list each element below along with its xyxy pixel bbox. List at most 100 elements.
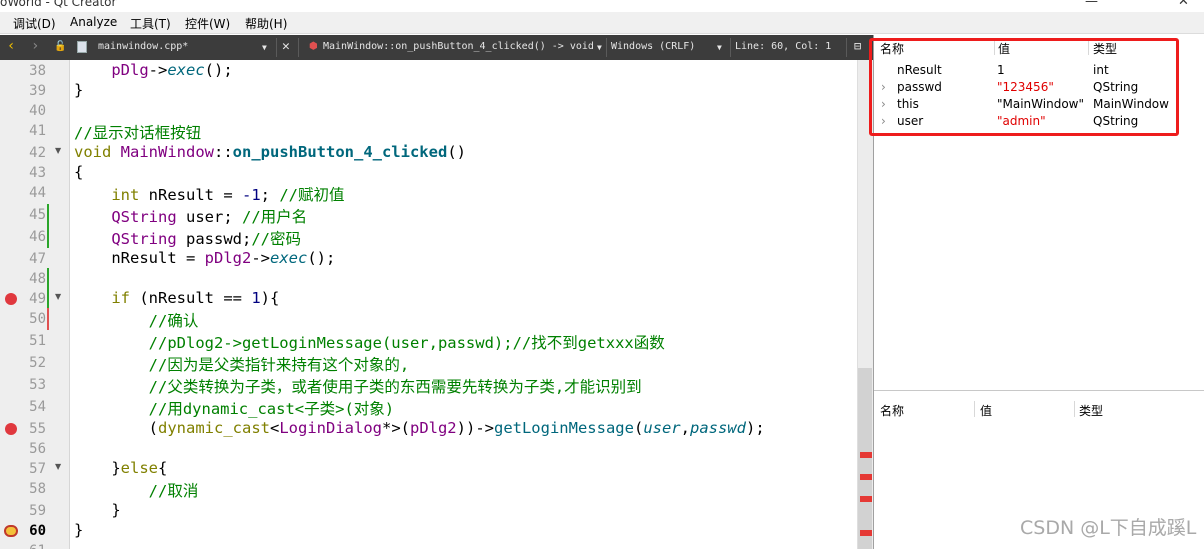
menu-help[interactable]: 帮助(H) — [245, 15, 287, 32]
fold-marker-icon[interactable]: ▼ — [55, 462, 61, 471]
breakpoint-icon[interactable] — [5, 423, 17, 435]
menu-analyze[interactable]: Analyze — [70, 15, 117, 29]
line-number: 54 — [29, 399, 46, 415]
line-number: 61 — [22, 543, 46, 549]
line-ending-selector[interactable]: Windows (CRLF) — [611, 41, 695, 52]
code-line[interactable]: 51 //pDlog2->getLoginMessage(user,passwd… — [0, 330, 860, 352]
function-icon: ⬢ — [309, 41, 318, 52]
line-number: 45 — [29, 207, 46, 223]
code-line[interactable]: 57 ▼ }else{ — [0, 458, 860, 480]
annotation-highlight-box — [869, 38, 1179, 136]
code-text: //确认 — [74, 312, 199, 330]
line-number: 58 — [29, 481, 46, 497]
file-dropdown-icon[interactable]: ▼ — [262, 43, 267, 52]
scrollbar-thumb[interactable] — [858, 368, 872, 549]
code-text: //取消 — [74, 482, 199, 500]
back-arrow-icon[interactable]: ‹ — [7, 38, 15, 54]
split-icon[interactable]: ⊟ — [854, 39, 861, 53]
code-line[interactable]: 44 int nResult = -1; //赋初值 — [0, 182, 860, 204]
line-number: 59 — [29, 503, 46, 519]
function-dropdown-icon[interactable]: ▼ — [597, 43, 602, 52]
minimize-icon[interactable]: — — [1085, 0, 1098, 9]
change-marker — [47, 204, 49, 226]
expressions-type-header[interactable]: 类型 — [1079, 402, 1103, 419]
line-number: 48 — [29, 271, 46, 287]
menu-bar: 调试(D) Analyze 工具(T) 控件(W) 帮助(H) — [0, 12, 1204, 34]
code-text: nResult = pDlg2->exec(); — [74, 249, 336, 267]
code-line[interactable]: 61 — [0, 540, 860, 549]
code-line[interactable]: 38 pDlg->exec(); — [0, 60, 860, 82]
code-text: QString user; //用户名 — [111, 208, 308, 226]
line-number: 42 — [29, 145, 46, 161]
line-number: 51 — [29, 333, 46, 349]
fold-marker-icon[interactable]: ▼ — [55, 292, 61, 301]
code-line[interactable]: 47 nResult = pDlg2->exec(); — [0, 248, 860, 270]
change-marker — [47, 288, 49, 310]
code-line-current[interactable]: 60 } — [0, 520, 860, 542]
line-number: 41 — [29, 123, 46, 139]
code-editor[interactable]: 38 pDlg->exec(); 39 } 40 41 //显示对话框按钮 42… — [0, 60, 873, 549]
line-ending-dropdown-icon[interactable]: ▼ — [717, 43, 722, 52]
code-line[interactable]: 50 //确认 — [0, 308, 860, 330]
breakpoint-marker[interactable] — [860, 496, 872, 502]
code-text: { — [74, 163, 84, 181]
watermark: CSDN @L下自成蹊L — [1020, 517, 1197, 539]
code-line[interactable]: 45 QString user; //用户名 — [0, 204, 860, 226]
code-text: if (nResult == 1){ — [111, 289, 280, 307]
code-text: int nResult = -1; //赋初值 — [111, 186, 345, 204]
function-selector[interactable]: MainWindow::on_pushButton_4_clicked() ->… — [323, 41, 594, 52]
code-line[interactable]: 54 //用dynamic_cast<子类>(对象) — [0, 396, 860, 418]
code-line[interactable]: 53 //父类转换为子类，或者使用子类的东西需要先转换为子类,才能识别到 — [0, 374, 860, 396]
lock-icon: 🔓 — [54, 41, 67, 52]
code-line[interactable]: 40 — [0, 100, 860, 122]
change-marker — [47, 226, 49, 248]
window-title: oWorld - Qt Creator — [0, 0, 117, 9]
line-number: 43 — [29, 165, 46, 181]
code-line[interactable]: 42 ▼ void MainWindow::on_pushButton_4_cl… — [0, 142, 860, 164]
code-text: //pDlog2->getLoginMessage(user,passwd);/… — [74, 334, 665, 352]
line-number: 52 — [29, 355, 46, 371]
expressions-value-header[interactable]: 值 — [980, 402, 992, 419]
breakpoint-marker[interactable] — [860, 452, 872, 458]
pane-splitter[interactable] — [874, 390, 1204, 391]
code-text: } — [74, 521, 84, 539]
close-document-icon[interactable]: ✕ — [282, 39, 290, 54]
file-name-label[interactable]: mainwindow.cpp* — [98, 41, 188, 52]
code-line[interactable]: 48 — [0, 268, 860, 290]
code-line[interactable]: 58 //取消 — [0, 478, 860, 500]
cpp-file-icon — [77, 41, 87, 53]
menu-widgets[interactable]: 控件(W) — [185, 15, 230, 32]
code-line[interactable]: 56 — [0, 438, 860, 460]
breakpoint-marker[interactable] — [860, 530, 872, 536]
code-text: QString passwd;//密码 — [111, 230, 301, 248]
line-number: 50 — [29, 311, 46, 327]
breakpoint-icon[interactable] — [5, 293, 17, 305]
code-line[interactable]: 39 } — [0, 80, 860, 102]
code-line[interactable]: 55 (dynamic_cast<LoginDialog*>(pDlg2))->… — [0, 418, 860, 440]
fold-marker-icon[interactable]: ▼ — [55, 146, 61, 155]
line-number: 44 — [29, 185, 46, 201]
line-number: 49 — [29, 291, 46, 307]
menu-debug[interactable]: 调试(D) — [13, 15, 56, 32]
line-number: 56 — [29, 441, 46, 457]
expressions-name-header[interactable]: 名称 — [880, 402, 904, 419]
menu-tools[interactable]: 工具(T) — [130, 15, 171, 32]
code-text: }else{ — [74, 459, 168, 477]
code-line[interactable]: 46 QString passwd;//密码 — [0, 226, 860, 248]
code-text: //显示对话框按钮 — [74, 124, 202, 142]
forward-arrow-icon[interactable]: › — [31, 38, 39, 54]
line-number: 60 — [29, 523, 46, 539]
code-line[interactable]: 52 //因为是父类指针来持有这个对象的, — [0, 352, 860, 374]
code-line[interactable]: 41 //显示对话框按钮 — [0, 120, 860, 142]
line-number: 55 — [29, 421, 46, 437]
breakpoint-marker[interactable] — [860, 474, 872, 480]
close-icon[interactable]: ✕ — [1178, 0, 1189, 9]
code-line[interactable]: 43 { — [0, 162, 860, 184]
line-number: 39 — [29, 83, 46, 99]
change-marker — [47, 308, 49, 330]
code-line[interactable]: 49 ▼ if (nResult == 1){ — [0, 288, 860, 310]
code-text: //因为是父类指针来持有这个对象的, — [74, 356, 410, 374]
code-line[interactable]: 59 } — [0, 500, 860, 522]
cursor-position[interactable]: Line: 60, Col: 1 — [735, 41, 831, 52]
change-marker — [47, 268, 49, 290]
